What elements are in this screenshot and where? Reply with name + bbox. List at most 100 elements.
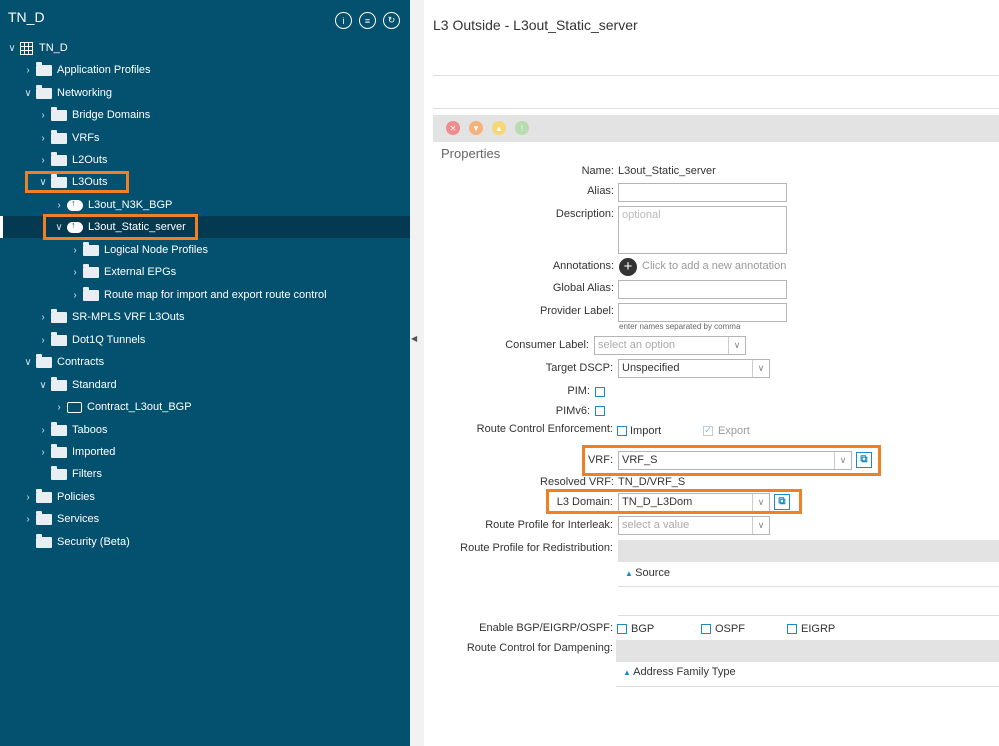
consumer-label-select[interactable]: select an option ∨ xyxy=(594,336,746,355)
tree-label: Networking xyxy=(57,87,113,99)
alias-label: Alias: xyxy=(587,185,614,197)
folder-icon xyxy=(51,376,67,391)
description-textarea[interactable]: optional xyxy=(618,206,787,254)
chevron-right-icon[interactable]: › xyxy=(22,492,34,503)
sort-up-icon: ▲ xyxy=(625,569,636,578)
chevron-right-icon[interactable]: › xyxy=(69,245,81,256)
add-annotation-link[interactable]: Click to add a new annotation xyxy=(642,260,786,272)
tree-label: Services xyxy=(57,513,100,525)
chevron-right-icon[interactable]: › xyxy=(53,402,65,413)
chevron-down-icon[interactable]: ∨ xyxy=(22,357,34,368)
redistribution-table-header xyxy=(618,540,999,562)
folder-icon xyxy=(83,241,99,256)
source-column-header[interactable]: ▲ Source xyxy=(625,567,670,579)
fault-minor-icon[interactable]: ▲ xyxy=(492,121,506,135)
chevron-right-icon[interactable]: › xyxy=(37,155,49,166)
fault-major-icon[interactable]: ▼ xyxy=(469,121,483,135)
global-alias-input[interactable] xyxy=(618,280,787,299)
list-icon[interactable]: ≡ xyxy=(359,12,376,29)
sort-up-icon: ▲ xyxy=(623,668,634,677)
chevron-right-icon[interactable]: › xyxy=(69,290,81,301)
chevron-right-icon[interactable]: › xyxy=(22,514,34,525)
annotations-label: Annotations: xyxy=(552,260,614,272)
tree-item-services[interactable]: › Services xyxy=(22,509,99,529)
chevron-down-icon[interactable]: ∨ xyxy=(37,380,49,391)
add-annotation-icon[interactable]: + xyxy=(619,258,637,276)
chevron-right-icon[interactable]: › xyxy=(37,335,49,346)
tree-label: SR-MPLS VRF L3Outs xyxy=(72,311,185,323)
rce-export-checkbox[interactable]: ✓ xyxy=(703,426,713,436)
tree-item-networking[interactable]: ∨ Networking xyxy=(22,83,112,103)
info-icon[interactable]: i xyxy=(335,12,352,29)
resolved-vrf-value: TN_D/VRF_S xyxy=(618,476,686,488)
chevron-down-icon[interactable]: ∨ xyxy=(752,360,769,377)
highlight-l3outs xyxy=(25,171,129,193)
description-label: Description: xyxy=(555,208,614,220)
fault-critical-icon[interactable]: ✕ xyxy=(446,121,460,135)
chevron-down-icon[interactable]: ∨ xyxy=(728,337,745,354)
chevron-right-icon[interactable]: › xyxy=(53,200,65,211)
folder-icon xyxy=(36,61,52,76)
chevron-right-icon[interactable]: › xyxy=(69,267,81,278)
tree-item-application-profiles[interactable]: › Application Profiles xyxy=(22,60,151,80)
tree-item-contracts[interactable]: ∨ Contracts xyxy=(22,352,104,372)
eigrp-checkbox[interactable] xyxy=(787,624,797,634)
interleak-select[interactable]: select a value ∨ xyxy=(618,516,770,535)
ospf-checkbox[interactable] xyxy=(701,624,711,634)
divider xyxy=(618,586,999,587)
tree-item-taboos[interactable]: › Taboos xyxy=(37,420,107,440)
tree-item-imported[interactable]: › Imported xyxy=(37,442,115,462)
chevron-right-icon[interactable]: › xyxy=(22,65,34,76)
tree-label: Route map for import and export route co… xyxy=(104,289,327,301)
tenant-grid-icon xyxy=(20,41,33,55)
tree-label: External EPGs xyxy=(104,266,177,278)
folder-icon xyxy=(36,510,52,525)
tree-item-tn-d[interactable]: ∨ TN_D xyxy=(6,38,68,58)
pimv6-label: PIMv6: xyxy=(555,405,590,417)
pim-checkbox[interactable] xyxy=(595,387,605,397)
chevron-down-icon[interactable]: ∨ xyxy=(6,43,18,54)
name-value: L3out_Static_server xyxy=(618,165,716,177)
target-dscp-select[interactable]: Unspecified ∨ xyxy=(618,359,770,378)
chevron-right-icon[interactable]: › xyxy=(37,447,49,458)
tree-item-l3out-n3k-bgp[interactable]: › L3out_N3K_BGP xyxy=(53,195,172,215)
tree-item-policies[interactable]: › Policies xyxy=(22,487,95,507)
tree-item-vrfs[interactable]: › VRFs xyxy=(37,128,100,148)
tree-item-dot1q-tunnels[interactable]: › Dot1Q Tunnels xyxy=(37,330,145,350)
chevron-right-icon[interactable]: › xyxy=(37,133,49,144)
tree-item-filters[interactable]: Filters xyxy=(51,464,102,484)
tree-item-external-epgs[interactable]: › External EPGs xyxy=(69,262,176,282)
interleak-placeholder: select a value xyxy=(622,519,690,531)
chevron-down-icon[interactable]: ∨ xyxy=(752,517,769,534)
address-family-column-header[interactable]: ▲ Address Family Type xyxy=(623,666,736,678)
tree-label: Dot1Q Tunnels xyxy=(72,334,146,346)
tree-item-l2outs[interactable]: › L2Outs xyxy=(37,150,107,170)
bgp-protocols-label: Enable BGP/EIGRP/OSPF: xyxy=(479,622,613,634)
tree-label: Bridge Domains xyxy=(72,109,151,121)
fault-warning-icon[interactable]: ! xyxy=(515,121,529,135)
collapse-grip-icon[interactable]: ◀ xyxy=(411,334,417,343)
tree-item-logical-node-profiles[interactable]: › Logical Node Profiles xyxy=(69,240,208,260)
chevron-down-icon[interactable]: ∨ xyxy=(22,88,34,99)
tree-item-security[interactable]: Security (Beta) xyxy=(36,532,130,552)
alias-input[interactable] xyxy=(618,183,787,202)
chevron-right-icon[interactable]: › xyxy=(37,110,49,121)
provider-label-input[interactable] xyxy=(618,303,787,322)
provider-label-hint: enter names separated by comma xyxy=(619,322,741,331)
tree-item-standard[interactable]: ∨ Standard xyxy=(37,375,117,395)
tree-item-route-map[interactable]: › Route map for import and export route c… xyxy=(69,285,327,305)
pimv6-checkbox[interactable] xyxy=(595,406,605,416)
rce-import-checkbox[interactable] xyxy=(617,426,627,436)
tree-item-bridge-domains[interactable]: › Bridge Domains xyxy=(37,105,150,125)
panel-divider[interactable]: ◀ xyxy=(410,0,424,746)
tree-label: Standard xyxy=(72,379,117,391)
refresh-icon[interactable]: ↻ xyxy=(383,12,400,29)
target-dscp-label: Target DSCP: xyxy=(545,362,613,374)
chevron-right-icon[interactable]: › xyxy=(37,312,49,323)
divider xyxy=(616,686,999,687)
tree-item-sr-mpls[interactable]: › SR-MPLS VRF L3Outs xyxy=(37,307,184,327)
bgp-checkbox[interactable] xyxy=(617,624,627,634)
chevron-right-icon[interactable]: › xyxy=(37,425,49,436)
tree-item-contract-l3out-bgp[interactable]: › Contract_L3out_BGP xyxy=(53,397,192,417)
tree-label: Contract_L3out_BGP xyxy=(87,401,192,413)
